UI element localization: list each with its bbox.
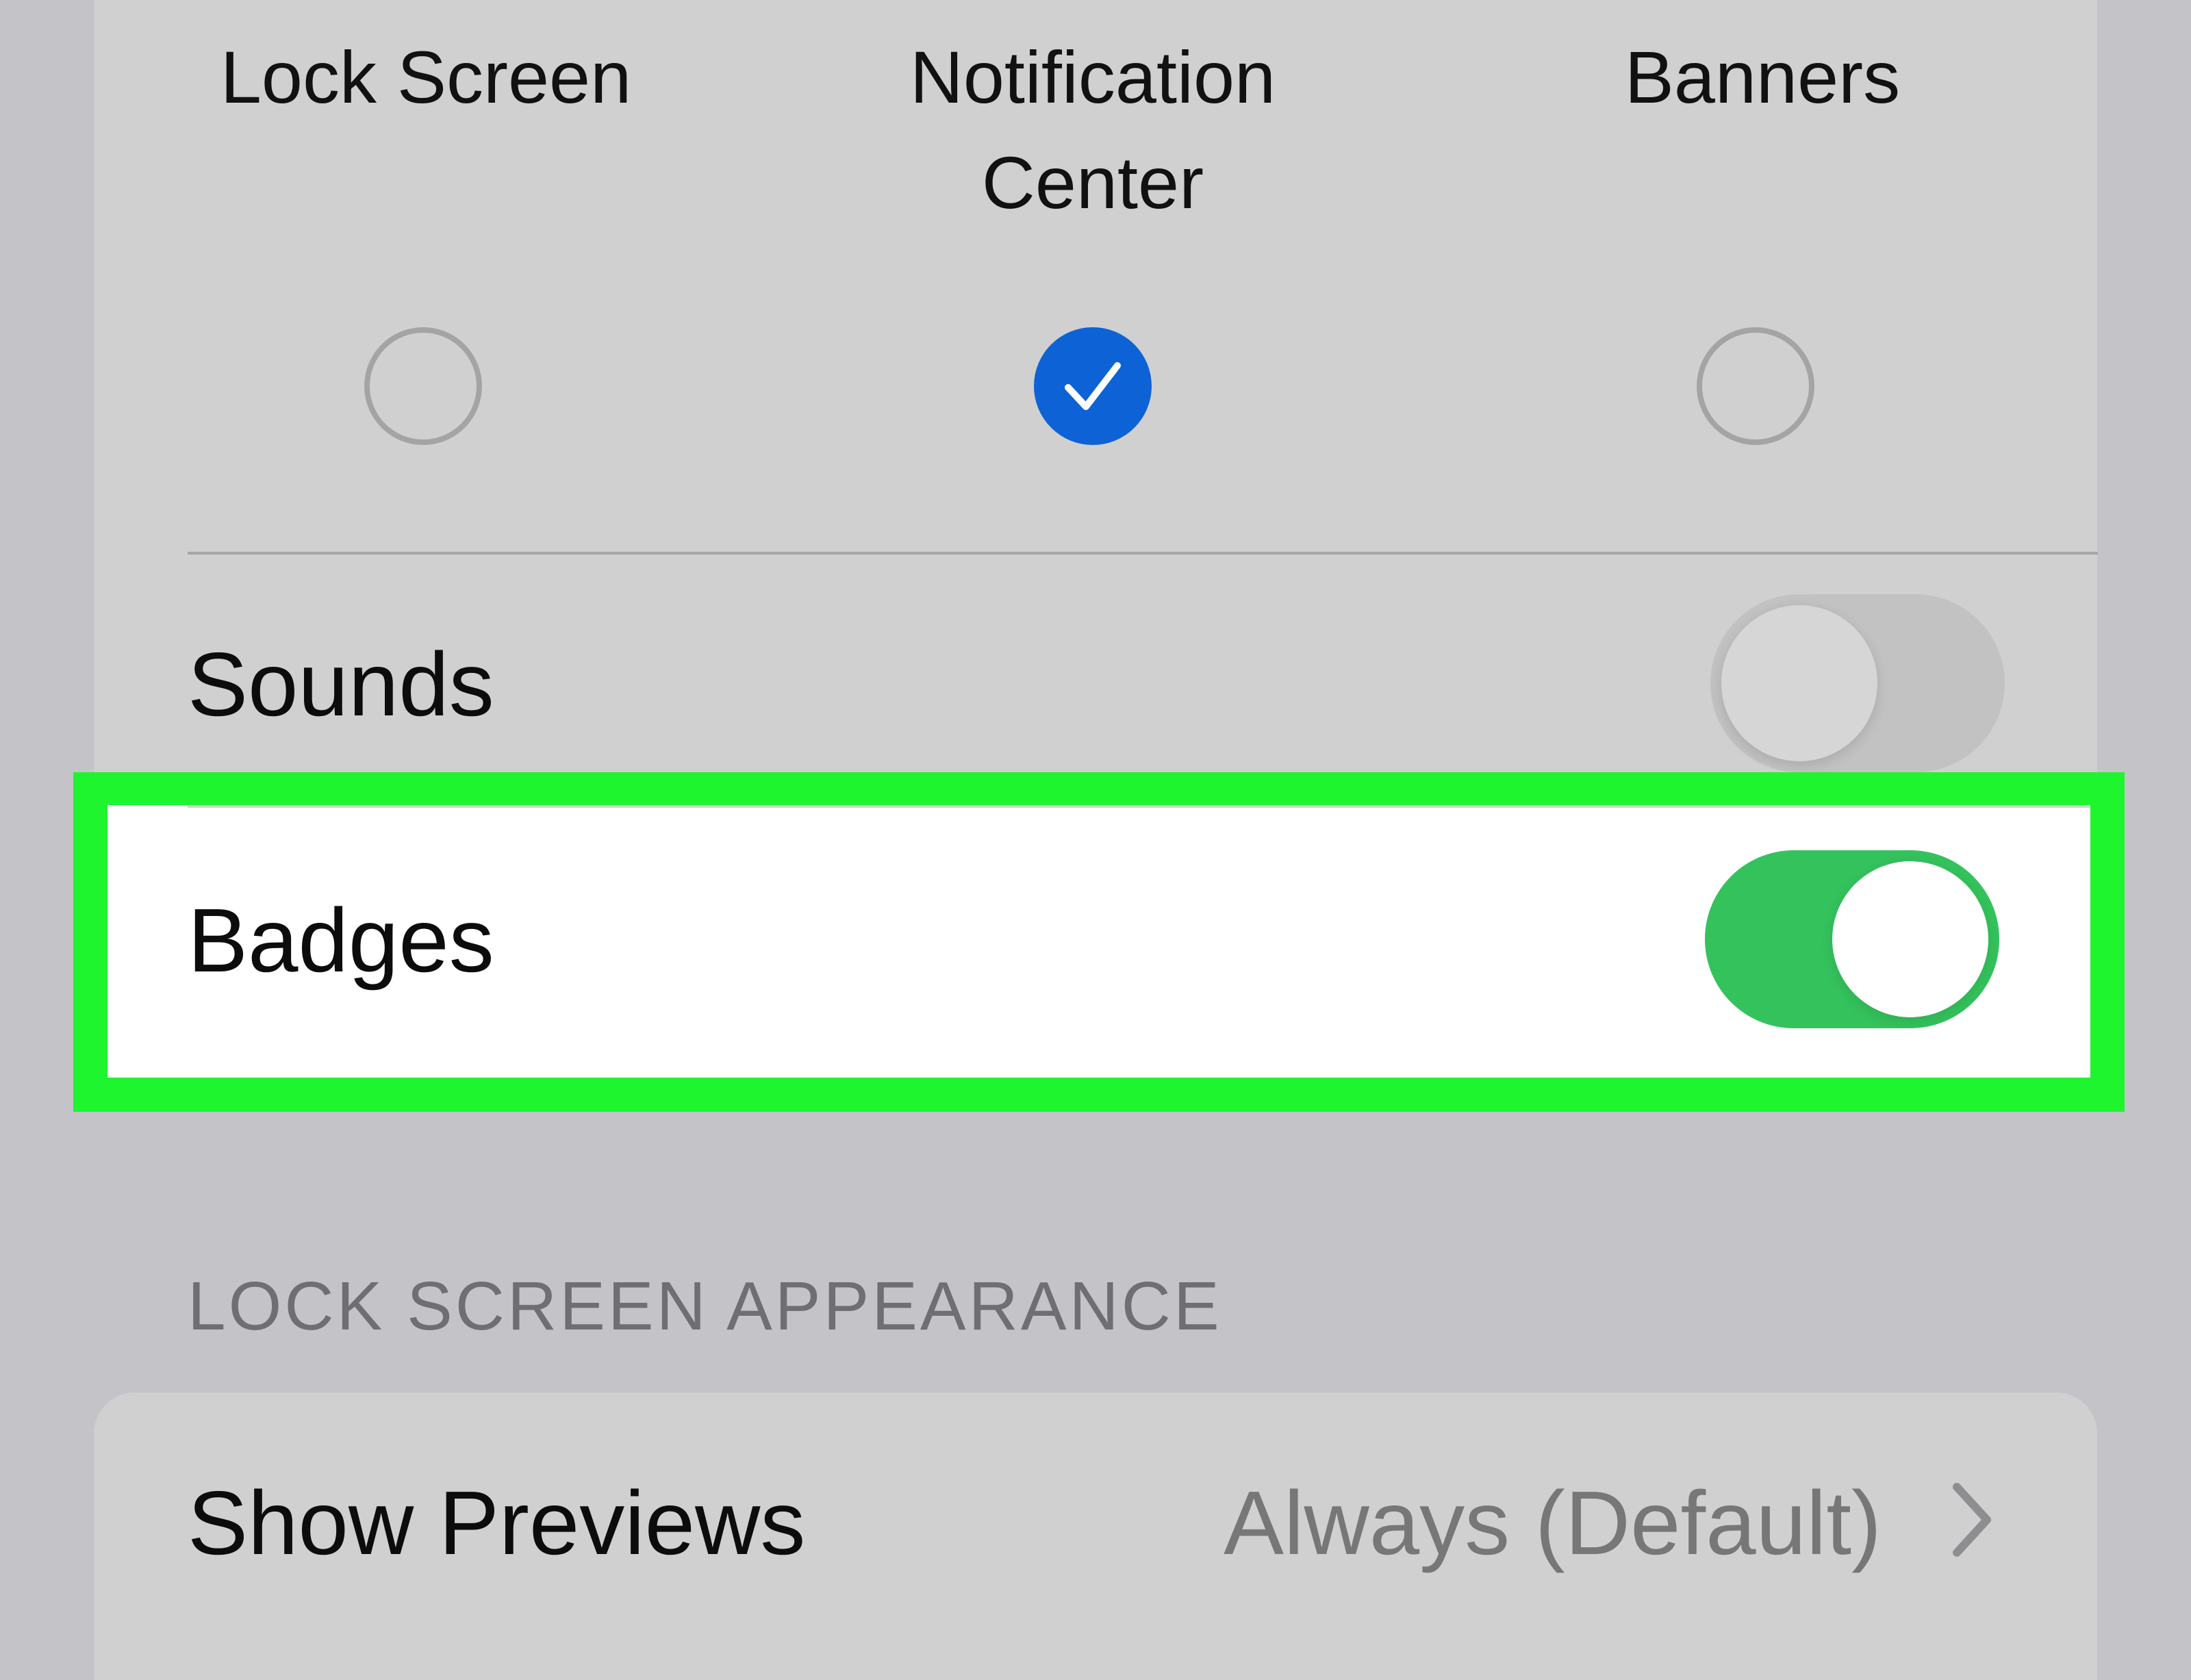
radio-banners[interactable]	[1697, 327, 1814, 445]
badges-label: Badges	[188, 890, 494, 991]
radio-notification-center[interactable]	[1034, 327, 1152, 445]
chevron-right-icon[interactable]	[1949, 1479, 1997, 1561]
show-previews-value[interactable]: Always (Default)	[1224, 1468, 1882, 1578]
badges-toggle[interactable]	[1705, 850, 1999, 1028]
toggle-knob	[1832, 861, 1988, 1017]
toggle-knob	[1721, 605, 1877, 761]
radio-lock-screen[interactable]	[364, 327, 482, 445]
alert-option-notification-center-label: Notification Center	[909, 36, 1276, 224]
divider-badges	[188, 805, 2090, 808]
sounds-toggle[interactable]	[1710, 594, 2005, 772]
checkmark-icon	[1065, 362, 1121, 410]
divider-alerts	[188, 552, 2098, 555]
alert-option-lock-screen-label: Lock Screen	[220, 36, 632, 118]
sounds-label: Sounds	[188, 634, 494, 735]
alert-option-banners-label: Banners	[1624, 36, 1901, 118]
show-previews-label: Show Previews	[188, 1473, 806, 1573]
section-header-lock-screen-appearance: LOCK SCREEN APPEARANCE	[188, 1268, 1222, 1345]
